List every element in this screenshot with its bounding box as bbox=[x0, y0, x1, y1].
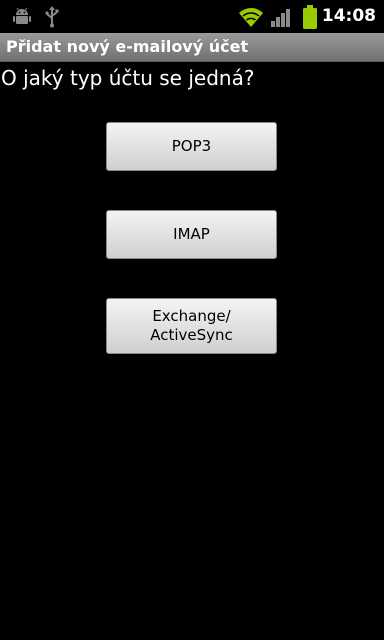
status-bar: 14:08 bbox=[0, 0, 384, 33]
pop3-button[interactable]: POP3 bbox=[106, 122, 277, 171]
battery-icon bbox=[303, 0, 317, 33]
signal-icon bbox=[270, 0, 292, 33]
imap-button[interactable]: IMAP bbox=[106, 210, 277, 259]
usb-icon bbox=[44, 0, 60, 33]
title-bar: Přidat nový e-mailový účet bbox=[0, 33, 384, 62]
android-debug-icon bbox=[12, 0, 32, 33]
screen: 14:08 Přidat nový e-mailový účet O jaký … bbox=[0, 0, 384, 640]
account-type-question: O jaký typ účtu se jedná? bbox=[1, 66, 255, 90]
exchange-activesync-button[interactable]: Exchange/ ActiveSync bbox=[106, 298, 277, 354]
status-clock: 14:08 bbox=[321, 6, 376, 26]
wifi-icon bbox=[238, 0, 264, 33]
page-title: Přidat nový e-mailový účet bbox=[6, 37, 249, 56]
